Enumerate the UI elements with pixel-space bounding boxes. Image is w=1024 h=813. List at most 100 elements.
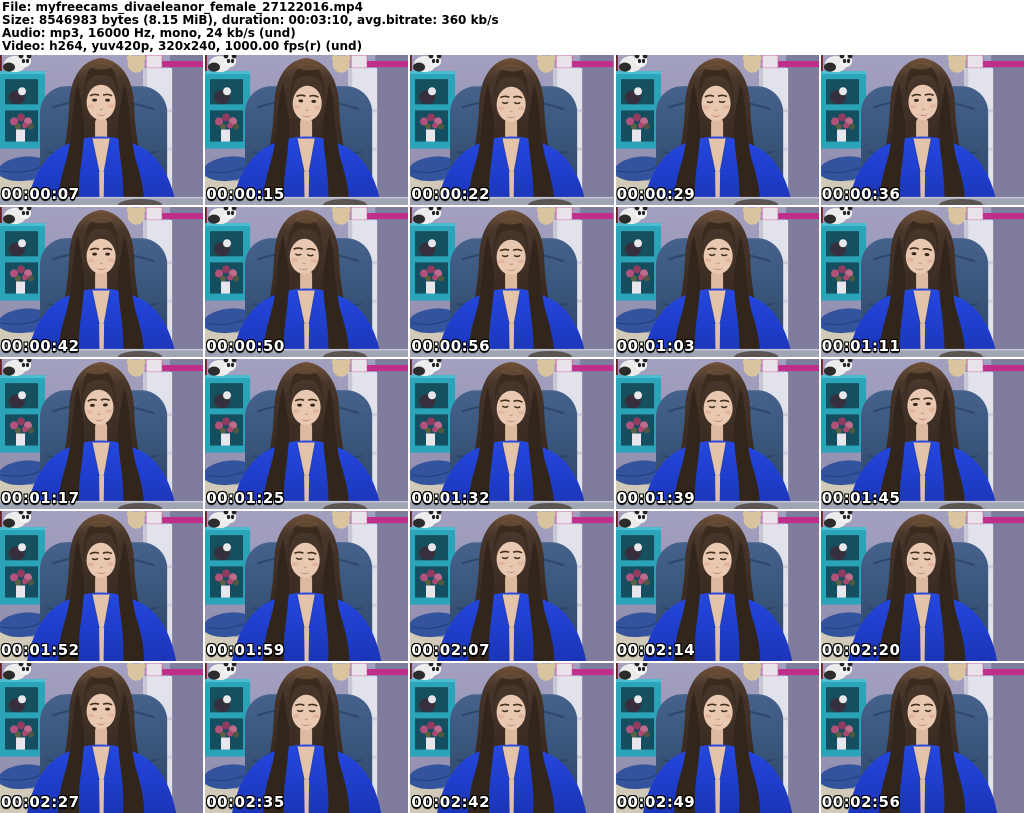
video-thumbnail: 00:00:50: [205, 207, 409, 357]
video-frame: [0, 511, 204, 661]
thumbnail-timestamp: 00:02:56: [821, 793, 901, 811]
blush-left: [292, 409, 300, 414]
teal-shelf: [410, 375, 456, 453]
thumbnail-timestamp: 00:01:59: [206, 641, 285, 659]
video-frame: [820, 55, 1024, 205]
nose: [715, 414, 720, 417]
blush-left: [87, 713, 95, 718]
blush-right: [107, 713, 115, 718]
video-frame: [615, 55, 819, 205]
nose: [99, 566, 104, 569]
thumbnail-timestamp: 00:01:32: [411, 489, 491, 507]
pink-box: [556, 207, 574, 221]
teal-shelf: [205, 527, 251, 605]
video-line: Video: h264, yuv420p, 320x240, 1000.00 f…: [2, 39, 363, 53]
video-thumbnail: 00:00:15: [205, 55, 409, 205]
pink-box: [350, 207, 368, 221]
teal-shelf: [820, 679, 866, 757]
nose: [99, 717, 104, 720]
video-thumbnail: 00:01:03: [615, 207, 819, 357]
thumbnail-grid: 00:00:07 00:00:15 00:00:22 00:00:29 00:0…: [0, 55, 1024, 813]
crown-highlight: [500, 217, 523, 225]
blush-left: [87, 258, 95, 263]
teal-shelf: [410, 679, 456, 757]
magenta-stripe: [367, 61, 409, 68]
blush-right: [312, 409, 320, 414]
teal-shelf: [820, 527, 866, 605]
pink-box: [761, 207, 779, 221]
magenta-stripe: [777, 61, 819, 68]
magenta-stripe: [162, 517, 204, 524]
magenta-stripe: [572, 365, 614, 372]
video-frame: [205, 511, 409, 661]
magenta-stripe: [982, 365, 1024, 372]
magenta-stripe: [777, 517, 819, 524]
video-frame: [0, 207, 204, 357]
video-frame: [0, 663, 204, 813]
pink-box: [350, 663, 368, 677]
thumbnail-timestamp: 00:00:36: [821, 185, 901, 203]
teal-shelf: [615, 71, 661, 149]
teal-shelf: [615, 679, 661, 757]
magenta-stripe: [162, 61, 204, 68]
video-frame: [820, 359, 1024, 509]
video-thumbnail: 00:01:52: [0, 511, 204, 661]
thumbnail-timestamp: 00:01:45: [821, 489, 901, 507]
nose: [509, 565, 514, 568]
nose: [920, 718, 925, 721]
nose: [304, 413, 309, 416]
video-frame: [820, 511, 1024, 661]
video-thumbnail: 00:01:25: [205, 359, 409, 509]
magenta-stripe: [982, 517, 1024, 524]
thumbnail-timestamp: 00:02:42: [411, 793, 491, 811]
thumbnail-timestamp: 00:02:07: [411, 641, 491, 659]
pink-box: [350, 359, 368, 373]
nose: [509, 263, 514, 266]
thumbnail-timestamp: 00:01:52: [1, 641, 80, 659]
teal-shelf: [0, 527, 46, 605]
pink-box: [145, 359, 163, 373]
magenta-stripe: [162, 365, 204, 372]
video-thumbnail: 00:01:39: [615, 359, 819, 509]
blush-right: [107, 104, 115, 109]
thumbnail-timestamp: 00:01:17: [1, 489, 80, 507]
teal-shelf: [410, 71, 456, 149]
teal-shelf: [615, 223, 661, 301]
magenta-stripe: [572, 61, 614, 68]
nose: [715, 718, 720, 721]
video-frame: [205, 207, 409, 357]
video-thumbnail: 00:02:49: [615, 663, 819, 813]
thumbnail-timestamp: 00:00:07: [1, 185, 80, 203]
blush-left: [87, 104, 95, 109]
teal-shelf: [615, 527, 661, 605]
crown-highlight: [90, 671, 113, 679]
video-thumbnail: 00:02:27: [0, 663, 204, 813]
video-thumbnail: 00:00:42: [0, 207, 204, 357]
video-frame: [615, 663, 819, 813]
magenta-stripe: [572, 669, 614, 676]
pink-box: [145, 663, 163, 677]
video-thumbnail: 00:02:07: [410, 511, 614, 661]
teal-shelf: [410, 223, 456, 301]
crown-highlight: [500, 519, 523, 527]
nose: [509, 718, 514, 721]
magenta-stripe: [367, 365, 409, 372]
teal-shelf: [820, 375, 866, 453]
video-frame: [820, 663, 1024, 813]
video-thumbnail: 00:01:11: [820, 207, 1024, 357]
teal-shelf: [0, 679, 46, 757]
magenta-stripe: [572, 517, 614, 524]
video-thumbnail: 00:00:22: [410, 55, 614, 205]
thumbnail-timestamp: 00:00:56: [411, 337, 491, 355]
nose: [99, 108, 104, 111]
video-frame: [410, 55, 614, 205]
video-thumbnail: 00:02:42: [410, 663, 614, 813]
magenta-stripe: [777, 669, 819, 676]
nose: [304, 718, 309, 721]
video-frame: [0, 55, 204, 205]
pink-box: [966, 359, 984, 373]
teal-shelf: [205, 679, 251, 757]
pink-box: [556, 511, 574, 525]
thumbnail-timestamp: 00:02:20: [821, 641, 901, 659]
video-frame: [410, 511, 614, 661]
